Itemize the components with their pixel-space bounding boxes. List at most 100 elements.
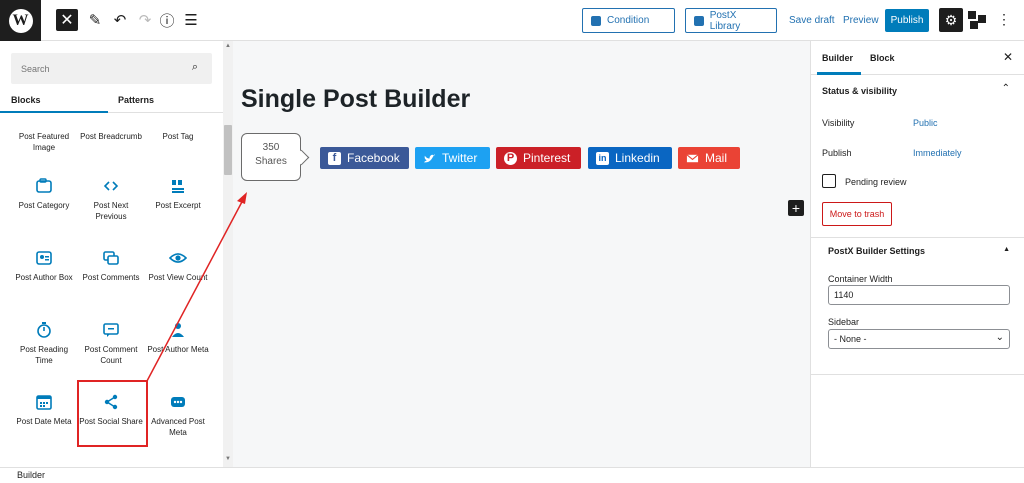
block-post-reading-time[interactable]: Post Reading Time	[11, 321, 77, 366]
block-label: Advanced Post Meta	[151, 417, 205, 437]
wordpress-logo-button[interactable]: W	[0, 0, 41, 41]
postx-button[interactable]	[968, 11, 986, 29]
block-label: Post Author Meta	[147, 345, 209, 354]
container-width-input[interactable]: 1140	[828, 285, 1010, 305]
block-post-excerpt[interactable]: Post Excerpt	[145, 177, 211, 211]
undo-button[interactable]: ↶	[109, 9, 131, 31]
block-advanced-post-meta[interactable]: Advanced Post Meta	[145, 393, 211, 438]
page-title[interactable]: Single Post Builder	[241, 85, 470, 114]
tab-blocks[interactable]: Blocks	[11, 95, 41, 105]
share-button-pinterest[interactable]: P Pinterest	[496, 147, 581, 169]
share-label: Mail	[705, 151, 728, 165]
visibility-toggle[interactable]: Public	[913, 118, 938, 128]
postx-library-button[interactable]: PostX Library	[685, 8, 777, 33]
block-post-breadcrumb[interactable]: Post Breadcrumb	[78, 131, 144, 142]
move-to-trash-button[interactable]: Move to trash	[822, 202, 892, 226]
share-count-value: 350	[262, 142, 280, 153]
share-label: Linkedin	[615, 151, 660, 165]
scroll-down-icon[interactable]: ▼	[225, 456, 231, 462]
comments-icon	[102, 249, 120, 267]
block-search-input[interactable]: Search ⌕	[11, 53, 212, 84]
list-view-icon: ☰	[184, 12, 198, 29]
pencil-icon: ✎	[88, 12, 102, 29]
settings-sidebar: Builder Block ✕ Status & visibility ⌃ Vi…	[810, 41, 1024, 467]
block-label: Post View Count	[148, 273, 208, 282]
block-label: Post Category	[18, 201, 70, 210]
scrollbar-thumb[interactable]	[224, 125, 232, 175]
publish-button[interactable]: Publish	[885, 9, 929, 32]
block-post-view-count[interactable]: Post View Count	[145, 249, 211, 283]
block-post-next-previous[interactable]: Post Next Previous	[78, 177, 144, 222]
block-post-comment-count[interactable]: Post Comment Count	[78, 321, 144, 366]
settings-button[interactable]: ⚙	[939, 8, 963, 32]
block-post-author-box[interactable]: Post Author Box	[11, 249, 77, 283]
inserter-tabs: Blocks Patterns	[0, 91, 223, 113]
more-options-button[interactable]: ⋮	[997, 11, 1011, 28]
redo-button[interactable]: ↷	[134, 9, 156, 31]
block-post-category[interactable]: Post Category	[11, 177, 77, 211]
close-inserter-button[interactable]: ✕	[56, 9, 78, 31]
add-block-button[interactable]: +	[788, 200, 804, 216]
block-post-tag[interactable]: Post Tag	[145, 131, 211, 142]
block-label: Post Reading Time	[19, 345, 69, 365]
share-count-box: 350 Shares	[241, 133, 301, 181]
inserter-scrollbar[interactable]	[223, 41, 233, 467]
active-tab-indicator	[817, 72, 861, 75]
sidebar-label: Sidebar	[828, 317, 860, 327]
share-button-twitter[interactable]: Twitter	[415, 147, 490, 169]
publish-date-toggle[interactable]: Immediately	[913, 148, 962, 158]
sidebar-tabs: Builder Block ✕	[811, 41, 1024, 75]
postx-settings-heading[interactable]: PostX Builder Settings	[828, 246, 925, 256]
share-button-facebook[interactable]: f Facebook	[320, 147, 409, 169]
block-label: Post Date Meta	[16, 417, 72, 426]
block-label: Post Excerpt	[155, 201, 201, 210]
stopwatch-icon	[35, 321, 53, 339]
calendar-icon	[35, 393, 53, 411]
block-post-date-meta[interactable]: Post Date Meta	[11, 393, 77, 427]
tab-patterns[interactable]: Patterns	[118, 95, 154, 105]
author-meta-icon	[169, 321, 187, 339]
condition-button[interactable]: Condition	[582, 8, 675, 33]
preview-button[interactable]: Preview	[843, 15, 879, 26]
editor-canvas: Single Post Builder 350 Shares f Faceboo…	[233, 41, 810, 467]
block-post-author-meta[interactable]: Post Author Meta	[145, 321, 211, 355]
block-post-comments[interactable]: Post Comments	[78, 249, 144, 283]
facebook-icon: f	[328, 151, 341, 165]
block-post-featured-image[interactable]: Post Featured Image	[11, 131, 77, 153]
twitter-icon	[423, 152, 436, 165]
next-previous-icon	[102, 177, 120, 195]
details-button[interactable]: ⓘ	[156, 9, 178, 31]
block-label: Post Comments	[82, 273, 140, 282]
publish-label: Publish	[822, 148, 852, 158]
list-view-button[interactable]: ☰	[180, 9, 202, 31]
save-draft-button[interactable]: Save draft	[789, 15, 835, 26]
close-sidebar-button[interactable]: ✕	[1003, 50, 1013, 64]
block-label: Post Next Previous	[93, 201, 129, 221]
block-label: Post Breadcrumb	[80, 132, 142, 141]
block-label: Post Author Box	[15, 273, 73, 282]
comment-count-icon	[102, 321, 120, 339]
library-icon	[694, 15, 704, 26]
pinterest-icon: P	[504, 151, 517, 165]
status-visibility-heading[interactable]: Status & visibility	[822, 86, 897, 96]
tab-builder[interactable]: Builder	[822, 53, 853, 63]
sidebar-select[interactable]: - None - ⌄	[828, 329, 1010, 349]
share-button-linkedin[interactable]: in Linkedin	[588, 147, 672, 169]
container-width-label: Container Width	[828, 274, 893, 284]
caret-up-icon[interactable]: ▲	[1003, 246, 1010, 253]
folder-icon	[35, 177, 53, 195]
undo-icon: ↶	[113, 12, 127, 29]
block-label: Post Featured Image	[18, 132, 70, 152]
chevron-up-icon[interactable]: ⌃	[1002, 83, 1010, 94]
tab-block[interactable]: Block	[870, 53, 895, 63]
pending-review-checkbox[interactable]	[822, 174, 836, 188]
mail-icon	[686, 152, 699, 165]
tools-button[interactable]: ✎	[84, 9, 106, 31]
top-toolbar: W ✕ ✎ ↶ ↷ ⓘ ☰ Condition PostX Library Sa…	[0, 0, 1024, 41]
breadcrumb-builder[interactable]: Builder	[17, 470, 45, 480]
search-placeholder: Search	[21, 63, 50, 74]
scroll-up-icon[interactable]: ▲	[225, 43, 231, 49]
active-tab-indicator	[0, 111, 108, 113]
footer-breadcrumb: Builder	[0, 467, 1024, 483]
share-button-mail[interactable]: Mail	[678, 147, 740, 169]
